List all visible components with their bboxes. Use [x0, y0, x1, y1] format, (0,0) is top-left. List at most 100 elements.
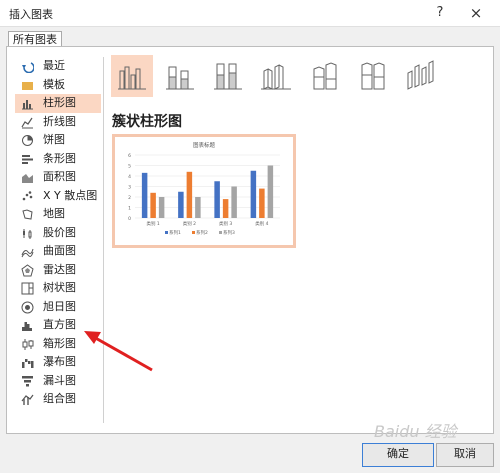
chart-title: 图表标题 [193, 141, 216, 149]
bar-chart-icon [22, 154, 33, 164]
bar [141, 172, 148, 218]
sidebar-item-treemap[interactable]: 树状图 [15, 279, 101, 298]
sidebar-item-label: 模板 [43, 77, 65, 91]
bar [259, 188, 265, 218]
sidebar-item-recent[interactable]: 最近 [15, 57, 101, 76]
sidebar-item-label: 折线图 [43, 114, 76, 128]
sidebar-item-label: 组合图 [43, 392, 76, 405]
treemap-icon [21, 282, 34, 295]
sunburst-icon [21, 301, 34, 313]
column-chart-icon [22, 100, 33, 110]
y-tick-label: 6 [128, 153, 131, 159]
sidebar-item-radar-chart[interactable]: 雷达图 [15, 261, 101, 280]
sidebar-item-sunburst[interactable]: 旭日图 [15, 298, 101, 317]
3d-stacked-column-icon [313, 62, 337, 90]
x-tick-label: 类别 1 [146, 220, 159, 227]
sidebar-item-label: 柱形图 [43, 96, 76, 109]
ok-button[interactable]: 确定 [362, 443, 434, 467]
x-tick-label: 类别 4 [255, 220, 268, 227]
chart-subtype-title: 簇状柱形图 [112, 114, 182, 130]
subtype-percent-column[interactable] [207, 55, 249, 97]
3d-clustered-column-icon [261, 64, 291, 90]
sidebar-item-label: 曲面图 [43, 244, 76, 257]
bar [158, 197, 165, 218]
sidebar-item-label: 箱形图 [43, 336, 76, 350]
sidebar-item-folder[interactable]: 模板 [15, 76, 101, 95]
sidebar-item-combo-chart[interactable]: 组合图 [15, 390, 101, 409]
sidebar-item-label: 条形图 [43, 151, 76, 165]
sidebar-item-area-chart[interactable]: 面积图 [15, 168, 101, 187]
y-tick-label: 2 [128, 195, 131, 201]
y-tick-label: 3 [128, 184, 131, 190]
sidebar-item-scatter-chart[interactable]: X Y 散点图 [15, 187, 101, 206]
y-tick-label: 1 [128, 205, 131, 211]
dialog-panel: 最近模板柱形图折线图饼图条形图面积图 X Y 散点图 地图股价图曲面图雷达图树状图旭… [6, 46, 494, 434]
sidebar-item-label: 直方图 [43, 318, 76, 331]
sidebar-item-label: 旭日图 [43, 299, 76, 313]
subtype-stacked-column[interactable] [159, 55, 201, 97]
watermark: Baidu 经验 [374, 422, 457, 441]
histogram-icon [22, 322, 32, 331]
title-bar: 插入图表 ? × [0, 0, 500, 27]
divider [103, 57, 104, 423]
percent-stacked-column-icon [214, 63, 242, 90]
sidebar-item-label: 股价图 [43, 225, 76, 239]
legend-label: 系列3 [223, 229, 235, 236]
chart-type-list: 最近模板柱形图折线图饼图条形图面积图 X Y 散点图 地图股价图曲面图雷达图树状图旭… [15, 57, 101, 409]
sidebar-item-label: X Y 散点图 [43, 188, 98, 202]
sidebar-item-label: 饼图 [43, 133, 65, 146]
recent-icon [22, 62, 34, 73]
sidebar-item-surface-chart[interactable]: 曲面图 [15, 242, 101, 261]
folder-icon [22, 81, 33, 90]
sidebar-item-label: 树状图 [43, 281, 76, 294]
help-button[interactable]: ? [428, 3, 452, 23]
sidebar-item-stock-chart[interactable]: 股价图 [15, 224, 101, 243]
sidebar-item-map-chart[interactable]: 地图 [15, 205, 101, 224]
waterfall-icon [22, 359, 34, 368]
sidebar-item-line-chart[interactable]: 折线图 [15, 113, 101, 132]
sidebar-item-bar-chart[interactable]: 条形图 [15, 150, 101, 169]
sidebar-item-label: 地图 [43, 207, 65, 220]
line-chart-icon [21, 117, 33, 128]
y-tick-label: 5 [128, 163, 131, 169]
stock-chart-icon [23, 228, 32, 239]
x-tick-label: 类别 3 [219, 220, 232, 227]
pie-chart-icon [22, 135, 33, 146]
window-title: 插入图表 [9, 8, 53, 21]
sidebar-item-label: 最近 [43, 59, 65, 72]
bar [267, 165, 274, 218]
subtype-clustered-column[interactable] [111, 55, 153, 97]
subtype-3d-stacked[interactable] [303, 55, 345, 97]
bar [222, 199, 229, 218]
sidebar-item-box-whisker[interactable]: 箱形图 [15, 335, 101, 354]
legend-label: 系列2 [196, 229, 208, 236]
box-whisker-icon [22, 338, 34, 350]
chart-preview[interactable]: 图表标题 0 1 2 3 4 5 6 类别 1 类别 2 类别 3 类别 4 系列1 系列2 系列3 [112, 134, 296, 248]
bar [178, 191, 184, 218]
3d-column-icon [407, 60, 434, 90]
y-tick-label: 0 [128, 216, 131, 222]
legend-swatch [165, 231, 168, 234]
stacked-column-icon [166, 66, 194, 90]
sidebar-item-label: 漏斗图 [43, 373, 76, 387]
sidebar-item-histogram[interactable]: 直方图 [15, 316, 101, 335]
subtype-3d-percent[interactable] [351, 55, 393, 97]
bar [214, 181, 220, 218]
bar [150, 192, 156, 218]
bar [195, 197, 201, 218]
bar [250, 170, 257, 218]
sidebar-item-label: 雷达图 [43, 262, 76, 276]
sidebar-item-column-chart[interactable]: 柱形图 [15, 94, 101, 113]
chart-subtype-row [111, 55, 491, 97]
subtype-3d-column[interactable] [399, 55, 441, 97]
sidebar-item-funnel[interactable]: 漏斗图 [15, 372, 101, 391]
x-tick-label: 类别 2 [183, 220, 196, 227]
radar-chart-icon [21, 263, 34, 276]
cancel-button[interactable]: 取消 [436, 443, 494, 467]
bar [231, 186, 237, 218]
sidebar-item-waterfall[interactable]: 瀑布图 [15, 353, 101, 372]
sidebar-item-pie-chart[interactable]: 饼图 [15, 131, 101, 150]
subtype-3d-clustered[interactable] [255, 55, 297, 97]
close-button[interactable]: × [464, 3, 488, 23]
tab-all-charts[interactable]: 所有图表 [8, 31, 62, 47]
